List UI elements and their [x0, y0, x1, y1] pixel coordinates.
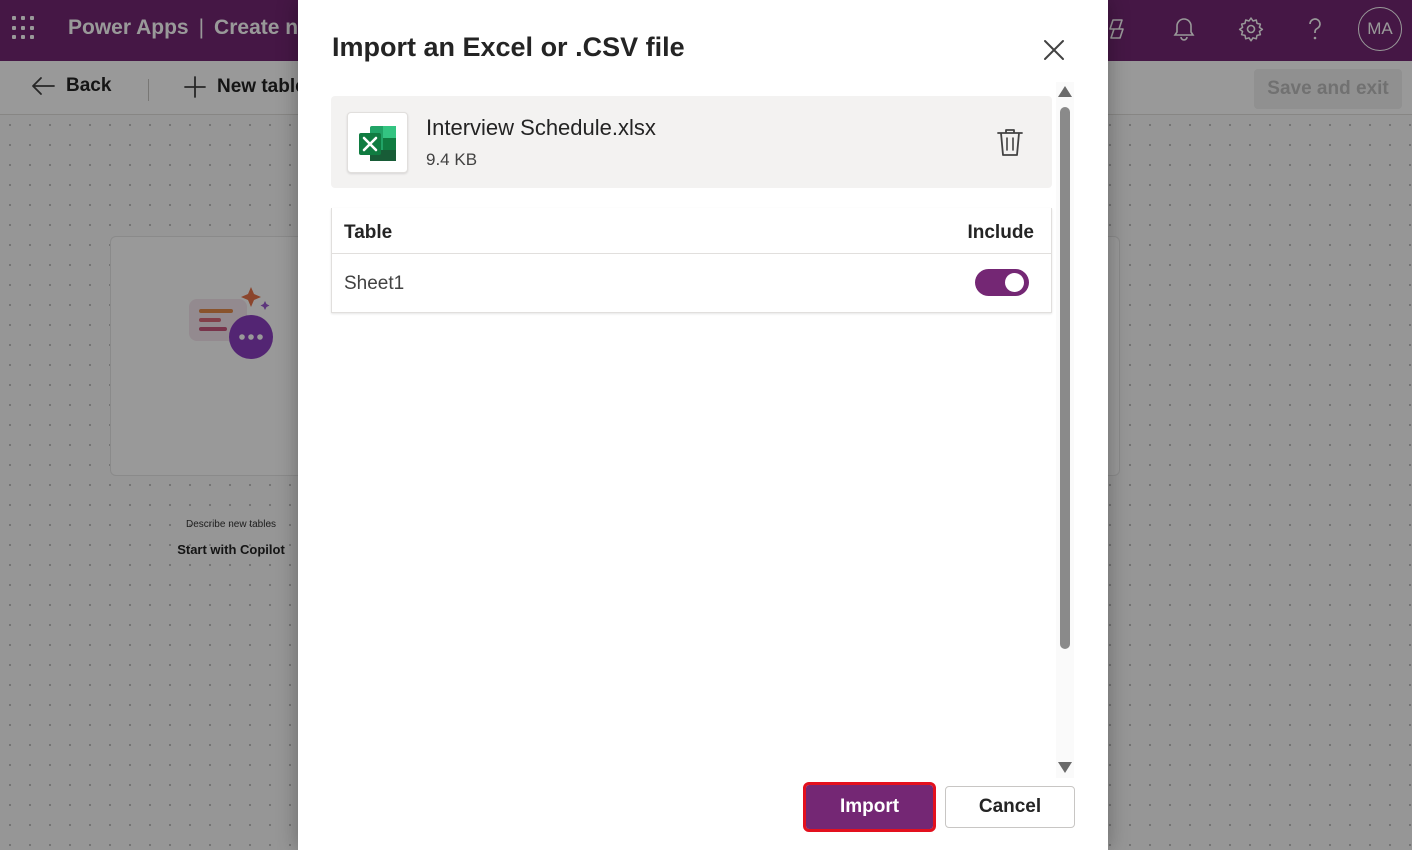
- scrollbar-thumb[interactable]: [1060, 107, 1070, 649]
- cancel-button[interactable]: Cancel: [945, 786, 1075, 828]
- scroll-down-arrow-icon[interactable]: [1058, 762, 1072, 773]
- excel-icon: [347, 112, 408, 173]
- toggle-knob: [1005, 273, 1024, 292]
- file-size: 9.4 KB: [426, 150, 478, 169]
- import-button[interactable]: Import: [803, 782, 936, 832]
- dialog-title: Import an Excel or .CSV file: [332, 32, 685, 62]
- include-toggle[interactable]: [975, 269, 1029, 296]
- uploaded-file-row: Interview Schedule.xlsx 9.4 KB: [331, 96, 1052, 188]
- table-row-name: Sheet1: [344, 273, 405, 294]
- column-header-include: Include: [967, 222, 1034, 243]
- delete-trash-icon[interactable]: [995, 126, 1025, 158]
- import-dialog: Import an Excel or .CSV file Interview S…: [298, 0, 1108, 850]
- sheet-table: Table Include Sheet1: [331, 208, 1052, 313]
- column-header-table: Table: [344, 222, 393, 243]
- close-icon[interactable]: [1040, 36, 1068, 64]
- table-header: Table Include: [332, 208, 1051, 254]
- file-name: Interview Schedule.xlsx: [426, 115, 656, 140]
- scroll-up-arrow-icon[interactable]: [1058, 86, 1072, 97]
